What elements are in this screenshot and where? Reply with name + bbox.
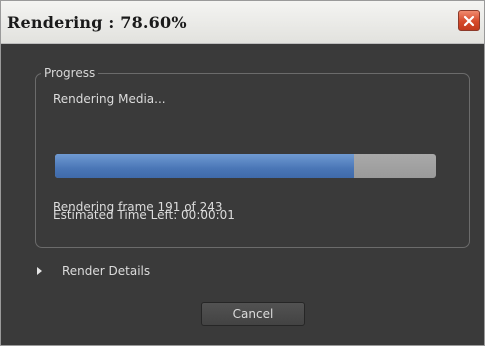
status-text: Rendering Media...	[53, 92, 166, 106]
cancel-button[interactable]: Cancel	[201, 302, 305, 326]
dialog-body: Progress Rendering Media... Rendering fr…	[1, 44, 484, 345]
progress-group-legend: Progress	[41, 66, 99, 80]
render-dialog: Rendering : 78.60% Progress Rendering Me…	[0, 0, 485, 346]
close-button[interactable]	[458, 10, 480, 31]
render-details-toggle[interactable]: Render Details	[37, 264, 150, 278]
time-left-text: Estimated Time Left: 00:00:01	[53, 208, 235, 222]
render-details-label: Render Details	[62, 264, 151, 278]
progress-bar-fill	[55, 154, 355, 178]
window-title: Rendering : 78.60%	[7, 13, 187, 32]
close-x-icon	[463, 15, 475, 26]
title-bar[interactable]: Rendering : 78.60%	[1, 1, 484, 44]
progress-bar	[55, 154, 436, 178]
triangle-right-icon	[37, 267, 42, 275]
